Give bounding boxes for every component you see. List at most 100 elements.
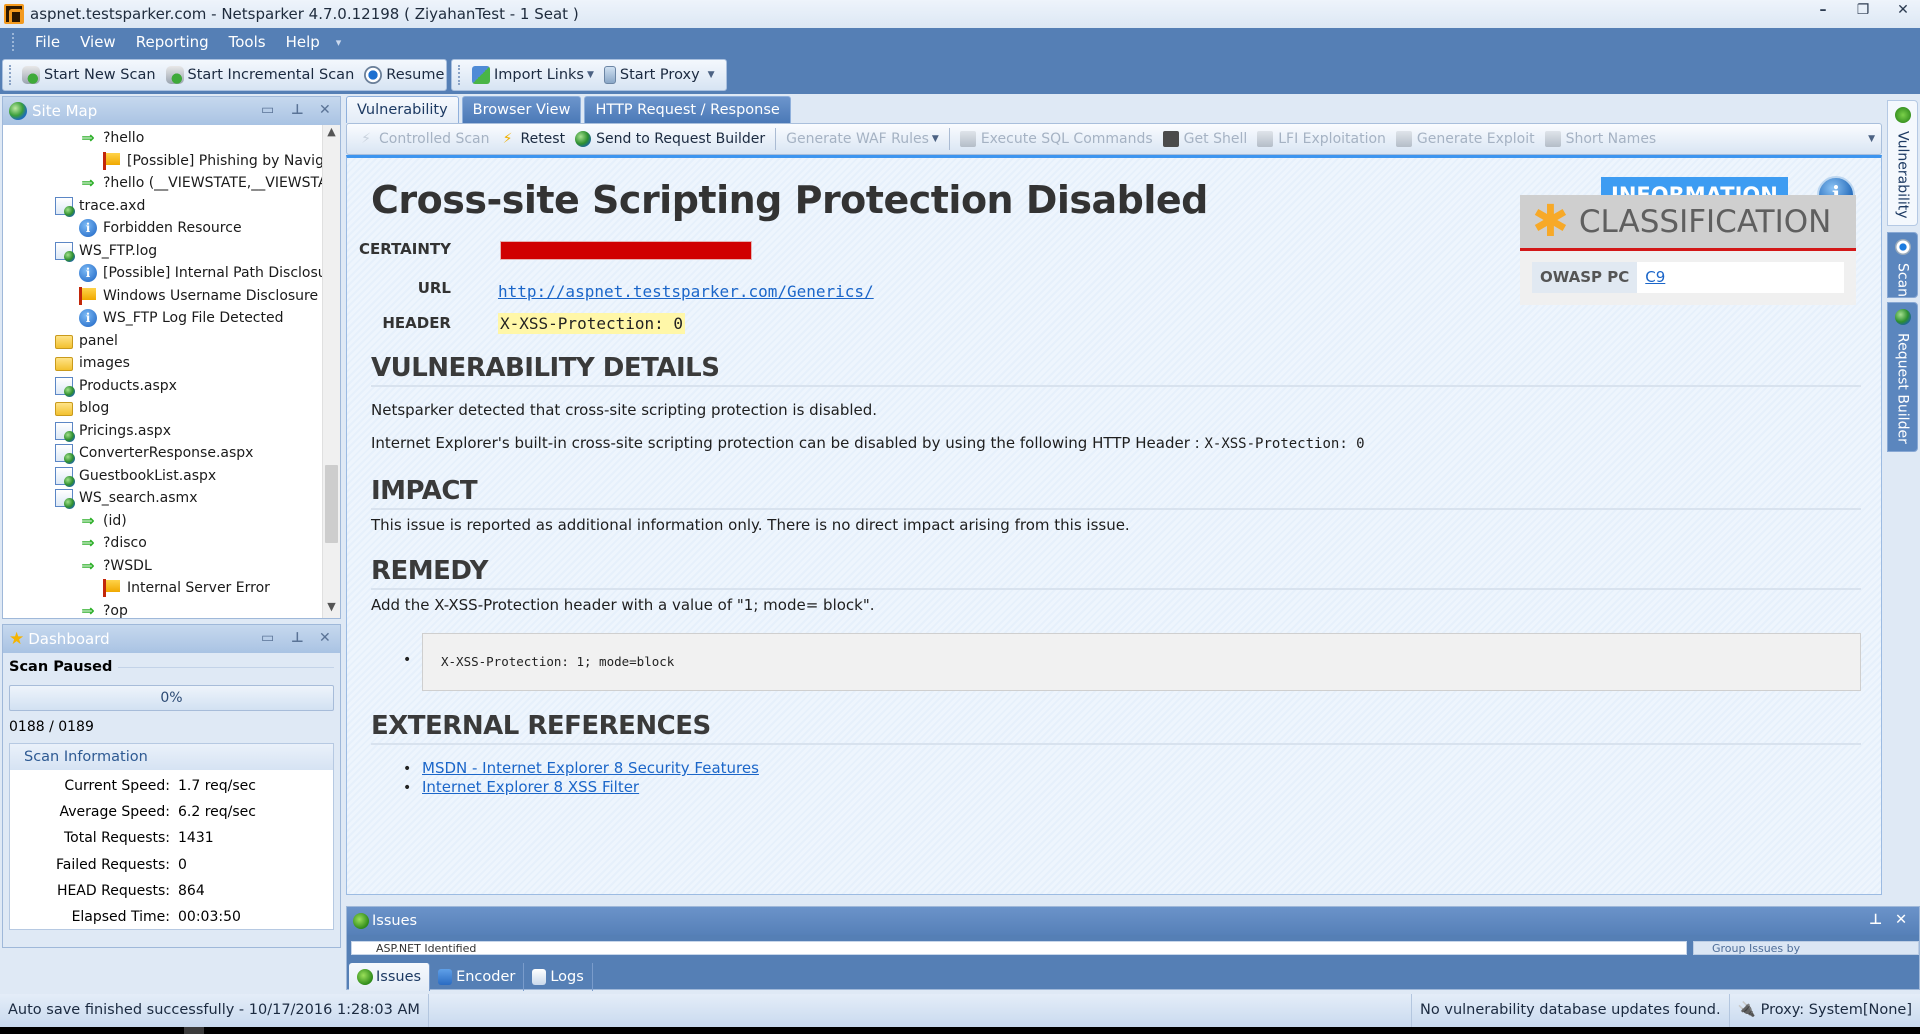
panel-close-icon[interactable]: ✕ [319, 102, 331, 118]
tree-item[interactable]: images [3, 352, 322, 375]
vulnerability-report: Cross-site Scripting Protection Disabled… [346, 155, 1882, 895]
tree-item[interactable]: ⇒ ?hello [3, 127, 322, 150]
scroll-down-icon[interactable]: ▼ [323, 600, 340, 618]
controlled-scan-button[interactable]: ⚡ Controlled Scan [353, 131, 494, 147]
info-icon: i [79, 264, 97, 283]
tree-item[interactable]: Windows Username Disclosure [3, 285, 322, 308]
reference-link[interactable]: MSDN - Internet Explorer 8 Security Feat… [422, 759, 759, 777]
site-map-panel: Site Map ▭ ⊥ ✕ ⇒ ?hello [Possible] Phishin… [2, 96, 341, 619]
menu-file[interactable]: File [25, 33, 70, 51]
scan-info-row: Failed Requests: 0 [10, 852, 333, 878]
tree-item-label: [Possible] Phishing by Navigating Browse… [127, 152, 322, 169]
tab-logs-label: Logs [550, 969, 584, 985]
owasp-pc-link[interactable]: C9 [1637, 262, 1665, 293]
tree-item[interactable]: WS_FTP.log [3, 240, 322, 263]
tree-item[interactable]: i Forbidden Resource [3, 217, 322, 240]
panel-pin-icon[interactable]: ⊥ [1869, 912, 1882, 928]
tree-item[interactable]: i WS_FTP Log File Detected [3, 307, 322, 330]
status-bar: Auto save finished successfully - 10/17/… [0, 994, 1920, 1027]
get-shell-button[interactable]: Get Shell [1158, 131, 1253, 147]
tree-item[interactable]: Products.aspx [3, 375, 322, 398]
panel-close-icon[interactable]: ✕ [1895, 912, 1907, 928]
menu-help[interactable]: Help [276, 33, 330, 51]
issues-panel: Issues ⊥ ✕ ASP.NET Identified Group Issu… [346, 906, 1920, 991]
menu-view[interactable]: View [70, 33, 126, 51]
tab-encoder[interactable]: Encoder [430, 963, 525, 991]
tab-issues[interactable]: Issues [349, 963, 431, 991]
tab-browser-view[interactable]: Browser View [461, 96, 582, 123]
start-incremental-scan-button[interactable]: Start Incremental Scan [161, 66, 360, 84]
side-tab-request-builder[interactable]: Request Builder [1887, 302, 1918, 452]
close-button[interactable]: ✕ [1892, 2, 1914, 22]
issue-item[interactable]: ASP.NET Identified [376, 942, 476, 954]
tree-item[interactable]: blog [3, 397, 322, 420]
scan-info-row: Current Speed: 1.7 req/sec [10, 773, 333, 799]
panel-minimize-icon[interactable]: ▭ [261, 102, 274, 118]
tree-item[interactable]: trace.axd [3, 195, 322, 218]
progress-label: 0% [160, 690, 183, 706]
tab-vulnerability[interactable]: Vulnerability [346, 96, 459, 123]
reference-link[interactable]: Internet Explorer 8 XSS Filter [422, 778, 639, 796]
issues-header: Issues ⊥ ✕ [347, 907, 1919, 935]
toolbar-grip[interactable] [9, 65, 11, 85]
proxy-status[interactable]: 🔌 Proxy: System[None] [1730, 994, 1920, 1027]
scrollbar-thumb[interactable] [325, 465, 338, 543]
proxy-dropdown-icon[interactable]: ▼ [708, 70, 715, 80]
minimize-button[interactable]: – [1812, 2, 1834, 22]
group-issues-by[interactable]: Group Issues by [1693, 941, 1919, 955]
panel-pin-icon[interactable]: ⊥ [291, 102, 304, 118]
tree-item[interactable]: Internal Server Error [3, 577, 322, 600]
menu-grip [12, 33, 15, 51]
tree-item[interactable]: i [Possible] Internal Path Disclosure [3, 262, 322, 285]
panel-close-icon[interactable]: ✕ [319, 630, 331, 646]
side-tab-scan[interactable]: Scan [1887, 232, 1918, 298]
lfi-exploitation-button[interactable]: LFI Exploitation [1252, 131, 1391, 147]
site-map-header: Site Map ▭ ⊥ ✕ [3, 97, 340, 125]
tree-item[interactable]: panel [3, 330, 322, 353]
start-proxy-button[interactable]: Start Proxy [599, 66, 705, 84]
start-new-scan-button[interactable]: Start New Scan [17, 66, 161, 84]
short-names-button[interactable]: Short Names [1540, 131, 1662, 147]
issues-list[interactable]: ASP.NET Identified [351, 941, 1687, 955]
arrow-icon: ⇒ [81, 555, 95, 575]
tree-item[interactable]: WS_search.asmx [3, 487, 322, 510]
retest-button[interactable]: ⚡ Retest [494, 131, 570, 147]
panel-minimize-icon[interactable]: ▭ [261, 630, 274, 646]
tree-item[interactable]: ⇒ ?op [3, 600, 322, 618]
vulnerable-url-link[interactable]: http://aspnet.testsparker.com/Generics/ [498, 282, 874, 301]
tab-http-request-response[interactable]: HTTP Request / Response [584, 96, 791, 123]
scan-info-row: Total Requests: 1431 [10, 825, 333, 851]
send-to-request-builder-button[interactable]: Send to Request Builder [570, 131, 770, 147]
tree-item[interactable]: Pricings.aspx [3, 420, 322, 443]
taskbar-item[interactable] [184, 1027, 204, 1034]
menu-reporting[interactable]: Reporting [126, 33, 219, 51]
import-links-button[interactable]: Import Links ▼ [467, 66, 599, 84]
panel-pin-icon[interactable]: ⊥ [291, 630, 304, 646]
side-tab-vulnerability[interactable]: Vulnerability [1887, 100, 1918, 226]
proxy-status-label: Proxy: System[None] [1760, 1002, 1912, 1018]
toolbar-overflow-icon[interactable]: ▼ [1868, 134, 1875, 144]
menu-overflow-chevron-icon[interactable]: ▾ [330, 36, 348, 49]
section-external-references: EXTERNAL REFERENCES [371, 711, 1861, 745]
site-map-scrollbar[interactable]: ▲ ▼ [322, 125, 340, 618]
tree-item[interactable]: ⇒ ?WSDL [3, 555, 322, 578]
generate-exploit-button[interactable]: Generate Exploit [1391, 131, 1540, 147]
tree-item[interactable]: ⇒ ?disco [3, 532, 322, 555]
tree-item[interactable]: ⇒ (id) [3, 510, 322, 533]
toolbar-grip[interactable] [458, 65, 461, 85]
resume-button[interactable]: Resume [359, 66, 449, 84]
maximize-button[interactable]: ❐ [1852, 2, 1874, 22]
resume-label: Resume [386, 67, 445, 83]
generate-waf-rules-button[interactable]: Generate WAF Rules ▼ [781, 131, 944, 147]
execute-sql-commands-button[interactable]: Execute SQL Commands [955, 131, 1158, 147]
side-tab-strip: Vulnerability Scan Request Builder [1885, 96, 1920, 456]
menu-tools[interactable]: Tools [219, 33, 276, 51]
tree-item[interactable]: [Possible] Phishing by Navigating Browse… [3, 150, 322, 173]
tree-item[interactable]: ConverterResponse.aspx [3, 442, 322, 465]
tree-item[interactable]: ⇒ ?hello (__VIEWSTATE,__VIEWSTATEGENERATO… [3, 172, 322, 195]
tree-item[interactable]: GuestbookList.aspx [3, 465, 322, 488]
tab-logs[interactable]: Logs [524, 963, 593, 991]
scan-toolbar: Start New Scan Start Incremental Scan Re… [2, 59, 459, 91]
scroll-up-icon[interactable]: ▲ [323, 125, 340, 143]
side-tab-request-builder-label: Request Builder [1894, 333, 1911, 444]
